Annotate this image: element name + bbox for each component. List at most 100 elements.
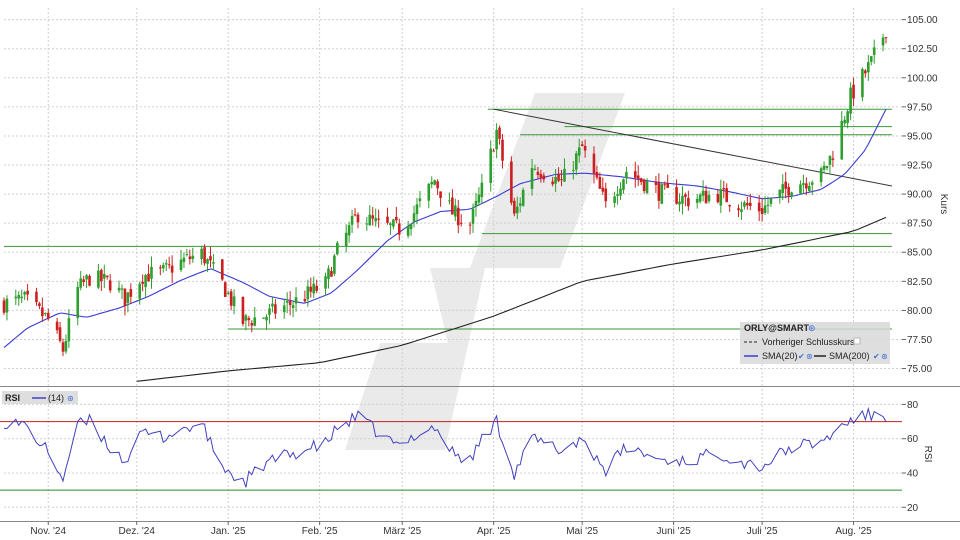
candle-body <box>852 84 855 99</box>
candle-body <box>760 208 764 215</box>
price-tick-label: 87.50 <box>907 219 932 230</box>
candle-body <box>654 182 658 186</box>
price-tick-label: 105.00 <box>907 15 938 26</box>
candle-body <box>46 312 50 319</box>
candle-body <box>666 182 670 188</box>
candle-body <box>347 225 351 236</box>
candle-body <box>182 257 186 263</box>
candle-body <box>687 197 690 207</box>
x-tick-label: Jan. '25 <box>211 526 246 537</box>
candle-body <box>536 171 540 175</box>
candle-body <box>675 187 678 204</box>
x-tick-label: Apr. '25 <box>477 526 511 537</box>
candle-body <box>492 150 495 152</box>
rsi-tick-label: 60 <box>907 434 919 445</box>
candle-body <box>639 178 643 183</box>
info-icon[interactable]: ⊛ <box>806 352 813 361</box>
candle-body <box>846 111 849 124</box>
legend-prev-close-label: Vorheriger Schlusskurs <box>762 337 855 347</box>
candle-body <box>389 223 392 226</box>
candle-body <box>64 340 68 352</box>
x-tick-label: März '25 <box>383 526 421 537</box>
candle-body <box>427 183 431 201</box>
candle-body <box>633 171 637 178</box>
candle-body <box>415 204 419 215</box>
stock-chart: 75.00 77.50 80.00 82.50 85.00 87.50 90.00 92.50… <box>0 8 960 537</box>
candle-body <box>622 179 625 190</box>
candle-body <box>451 197 454 215</box>
candle-body <box>170 265 174 273</box>
candle-body <box>480 182 484 197</box>
rsi-legend-title: RSI <box>5 393 20 403</box>
candle-body <box>560 179 563 181</box>
price-tick-label: 90.00 <box>907 190 932 201</box>
candle-body <box>563 168 566 182</box>
candle-body <box>271 303 274 307</box>
legend-title: ORLY@SMART <box>744 323 809 333</box>
candle-body <box>117 287 121 291</box>
x-axis: Nov. '24 Dez. '24 Jan. '25 Feb. '25 März '25… <box>30 521 872 537</box>
candle-body <box>495 129 498 150</box>
candle-body <box>557 174 560 181</box>
check-icon[interactable]: ✔ <box>798 352 805 361</box>
candle-body <box>17 295 21 299</box>
candle-body <box>810 182 814 185</box>
candle-body <box>728 205 731 207</box>
candle-body <box>840 120 844 160</box>
candle-body <box>209 256 212 261</box>
candle-body <box>406 225 410 236</box>
candle-body <box>749 202 752 206</box>
candle-body <box>763 205 767 214</box>
candle-body <box>822 165 826 170</box>
candle-body <box>303 299 307 302</box>
candle-body <box>179 259 183 271</box>
candle-body <box>769 198 773 204</box>
info-icon[interactable]: ⊛ <box>881 352 888 361</box>
legend-checkbox[interactable] <box>853 337 861 345</box>
candle-body <box>781 184 785 194</box>
candle-body <box>533 168 537 170</box>
candle-body <box>439 191 442 198</box>
candle-body <box>97 270 100 288</box>
info-icon[interactable]: ⊛ <box>67 394 74 403</box>
rsi-tick-label: 80 <box>907 400 919 411</box>
candle-body <box>740 209 743 212</box>
candle-body <box>223 282 227 297</box>
candle-body <box>489 148 493 183</box>
candle-body <box>102 274 106 279</box>
candle-body <box>315 285 318 291</box>
candle-body <box>262 317 265 319</box>
candle-body <box>802 182 805 186</box>
candle-body <box>539 173 543 178</box>
candle-body <box>138 283 141 299</box>
candle-body <box>498 127 501 139</box>
price-tick-label: 82.50 <box>907 277 932 288</box>
rsi-y-axis: 20 40 60 80 <box>902 400 919 514</box>
watermark-logo <box>345 93 625 450</box>
candle-body <box>356 214 360 223</box>
candle-body <box>26 290 29 295</box>
candle-body <box>105 275 109 277</box>
candle-body <box>583 145 587 151</box>
candle-body <box>695 198 699 203</box>
candle-body <box>722 188 726 190</box>
candle-body <box>645 181 649 193</box>
x-tick-label: Feb. '25 <box>302 526 338 537</box>
candle-body <box>799 184 802 194</box>
price-tick-label: 77.50 <box>907 335 932 346</box>
candle-body <box>397 223 401 235</box>
x-tick-label: Nov. '24 <box>30 526 66 537</box>
candle-body <box>884 37 888 39</box>
candle-body <box>881 37 885 46</box>
check-icon[interactable]: ✔ <box>873 352 880 361</box>
candle-body <box>144 275 147 288</box>
candle-body <box>636 175 640 180</box>
candle-body <box>288 301 292 306</box>
price-legend: ORLY@SMART ⊛ Vorheriger Schlusskurs SMA(… <box>740 322 890 364</box>
info-icon[interactable]: ⊛ <box>808 323 816 333</box>
rsi-legend-period: (14) <box>48 393 64 403</box>
candle-body <box>23 292 26 295</box>
candle-body <box>456 207 460 226</box>
candle-body <box>88 275 91 286</box>
candle-body <box>220 259 224 280</box>
